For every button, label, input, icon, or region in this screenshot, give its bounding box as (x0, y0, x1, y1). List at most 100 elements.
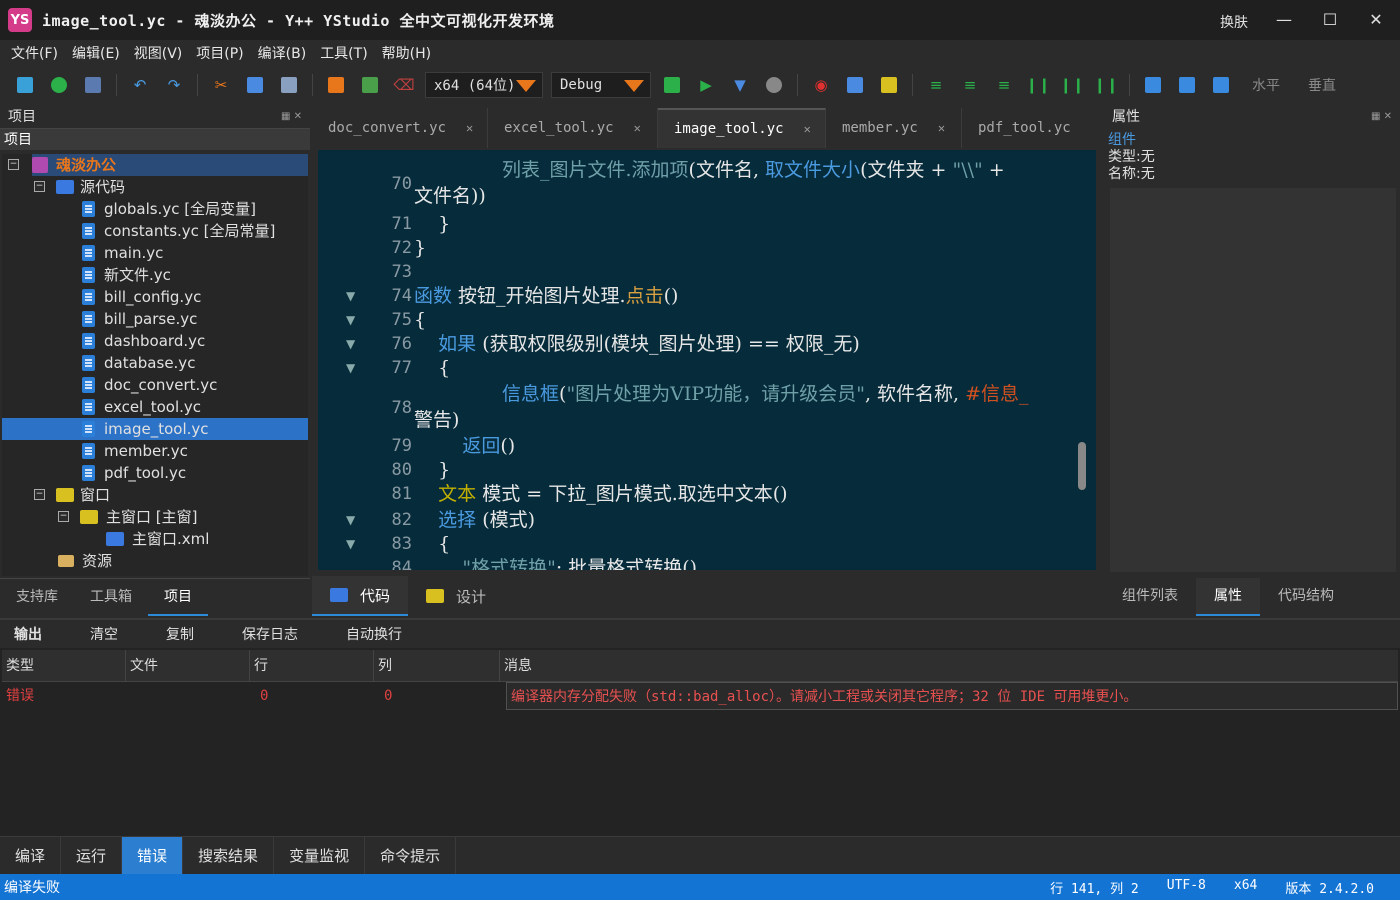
menu-file[interactable]: 文件(F) (4, 40, 65, 68)
fold-icon[interactable]: ▼ (346, 308, 355, 332)
horizontal-button[interactable]: 水平 (1252, 75, 1280, 95)
tree-item-file[interactable]: 新文件.yc (82, 264, 171, 286)
layers-icon[interactable] (14, 74, 36, 96)
tree-item-file[interactable]: doc_convert.yc (82, 374, 217, 396)
clear-button[interactable]: 清空 (66, 624, 142, 644)
fold-icon[interactable]: ▼ (346, 332, 355, 356)
menu-tools[interactable]: 工具(T) (313, 40, 374, 68)
tree-item-main-window[interactable]: 主窗口 [主窗] (80, 506, 197, 528)
align-center-icon[interactable]: ≡ (959, 74, 981, 96)
tree-item-xml[interactable]: 主窗口.xml (106, 528, 209, 550)
run-icon[interactable]: ▶ (695, 74, 717, 96)
menu-project[interactable]: 项目(P) (189, 40, 250, 68)
collapse-icon[interactable]: − (8, 159, 19, 170)
tab-component-list[interactable]: 组件列表 (1104, 578, 1196, 616)
tab-code[interactable]: 代码 (312, 576, 409, 616)
align-right-icon[interactable]: ≡ (993, 74, 1015, 96)
menu-help[interactable]: 帮助(H) (375, 40, 438, 68)
tab-support-library[interactable]: 支持库 (0, 579, 74, 616)
platform-select[interactable]: x64 (64位) (425, 72, 543, 98)
cursor-position[interactable]: 行 141, 列 2 (1050, 878, 1139, 897)
tree-item-file[interactable]: globals.yc [全局变量] (82, 198, 256, 220)
design-view-icon[interactable] (878, 74, 900, 96)
tree-root[interactable]: 魂淡办公 (32, 154, 308, 176)
tree-item-file[interactable]: bill_parse.yc (82, 308, 197, 330)
column-header[interactable]: 消息 (500, 650, 1398, 681)
close-tab-icon[interactable]: ✕ (938, 121, 945, 135)
tree-folder-window[interactable]: 窗口 (56, 484, 110, 506)
fold-icon[interactable]: ▼ (346, 508, 355, 532)
menu-edit[interactable]: 编辑(E) (65, 40, 127, 68)
collapse-icon[interactable]: − (34, 489, 45, 500)
align-left-icon[interactable]: ≡ (925, 74, 947, 96)
vertical-button[interactable]: 垂直 (1308, 75, 1336, 95)
copy-button[interactable]: 复制 (142, 624, 218, 644)
same-height-icon[interactable] (1176, 74, 1198, 96)
pause-icon[interactable] (763, 74, 785, 96)
tab-code-structure[interactable]: 代码结构 (1260, 578, 1352, 616)
tree-folder-resources[interactable]: 资源 (58, 550, 112, 572)
tab-project[interactable]: 项目 (148, 579, 208, 616)
tab-run[interactable]: 运行 (61, 837, 123, 876)
tab-design[interactable]: 设计 (408, 576, 504, 616)
tree-item-file[interactable]: constants.yc [全局常量] (82, 220, 275, 242)
code-view-icon[interactable] (844, 74, 866, 96)
tab-errors[interactable]: 错误 (122, 837, 184, 876)
tab-properties[interactable]: 属性 (1196, 578, 1260, 616)
collapse-icon[interactable]: − (58, 511, 69, 522)
vertical-scrollbar[interactable] (1078, 442, 1086, 490)
close-tab-icon[interactable]: ✕ (804, 122, 811, 136)
undo-icon[interactable]: ↶ (129, 74, 151, 96)
tab-toolbox[interactable]: 工具箱 (74, 579, 148, 616)
close-icon[interactable]: ✕ (1362, 8, 1390, 32)
collapse-icon[interactable]: − (34, 181, 45, 192)
tab-excel-tool[interactable]: excel_tool.yc ✕ (488, 108, 658, 148)
tree-item-file[interactable]: dashboard.yc (82, 330, 205, 352)
tab-pdf-tool[interactable]: pdf_tool.yc (962, 108, 1096, 148)
tab-member[interactable]: member.yc ✕ (826, 108, 962, 148)
tab-command[interactable]: 命令提示 (365, 837, 457, 876)
skin-button[interactable]: 换肤 (1220, 12, 1248, 32)
same-width-icon[interactable] (1142, 74, 1164, 96)
tree-item-file[interactable]: pdf_tool.yc (82, 462, 186, 484)
tab-compile[interactable]: 编译 (0, 837, 62, 876)
maximize-icon[interactable]: ☐ (1316, 8, 1344, 32)
fold-icon[interactable]: ▼ (346, 284, 355, 308)
close-tab-icon[interactable]: ✕ (634, 121, 641, 135)
save-log-button[interactable]: 保存日志 (218, 624, 322, 644)
tree-item-file[interactable]: database.yc (82, 352, 195, 374)
property-grid[interactable] (1110, 188, 1396, 572)
tree-item-file-selected[interactable]: image_tool.yc (2, 418, 308, 440)
tree-item-file[interactable]: excel_tool.yc (82, 396, 201, 418)
tree-folder-source[interactable]: 源代码 (56, 176, 125, 198)
fold-icon[interactable]: ▼ (346, 356, 355, 380)
save-icon[interactable] (82, 74, 104, 96)
tree-item-file[interactable]: bill_config.yc (82, 286, 201, 308)
encoding[interactable]: UTF-8 (1167, 878, 1206, 897)
column-header[interactable]: 文件 (126, 650, 250, 681)
align-bottom-icon[interactable]: ❙❙ (1093, 74, 1118, 96)
code-text-area[interactable]: 列表_图片文件.添加项(文件名, 取文件大小(文件夹 + "\\" + 70 文… (318, 150, 1096, 570)
redo-icon[interactable]: ↷ (163, 74, 185, 96)
column-header[interactable]: 行 (250, 650, 374, 681)
open-project-icon[interactable] (48, 74, 70, 96)
tree-item-file[interactable]: member.yc (82, 440, 188, 462)
cut-icon[interactable]: ✂ (210, 74, 232, 96)
copy-icon[interactable] (244, 74, 266, 96)
dll-icon[interactable] (359, 74, 381, 96)
word-wrap-button[interactable]: 自动换行 (322, 624, 426, 644)
pin-icon[interactable]: ▦ ✕ (281, 111, 302, 122)
column-header[interactable]: 类型 (2, 650, 126, 681)
tree-item-file[interactable]: main.yc (82, 242, 163, 264)
package-icon[interactable] (325, 74, 347, 96)
same-size-icon[interactable] (1210, 74, 1232, 96)
menu-build[interactable]: 编译(B) (251, 40, 314, 68)
step-over-icon[interactable]: ▼ (729, 74, 751, 96)
paste-icon[interactable] (278, 74, 300, 96)
align-middle-icon[interactable]: ❙❙ (1059, 74, 1084, 96)
minimize-icon[interactable]: — (1270, 8, 1298, 32)
column-header[interactable]: 列 (374, 650, 500, 681)
pin-icon[interactable]: ▦ ✕ (1371, 111, 1392, 122)
menu-view[interactable]: 视图(V) (127, 40, 190, 68)
align-top-icon[interactable]: ❙❙ (1025, 74, 1050, 96)
